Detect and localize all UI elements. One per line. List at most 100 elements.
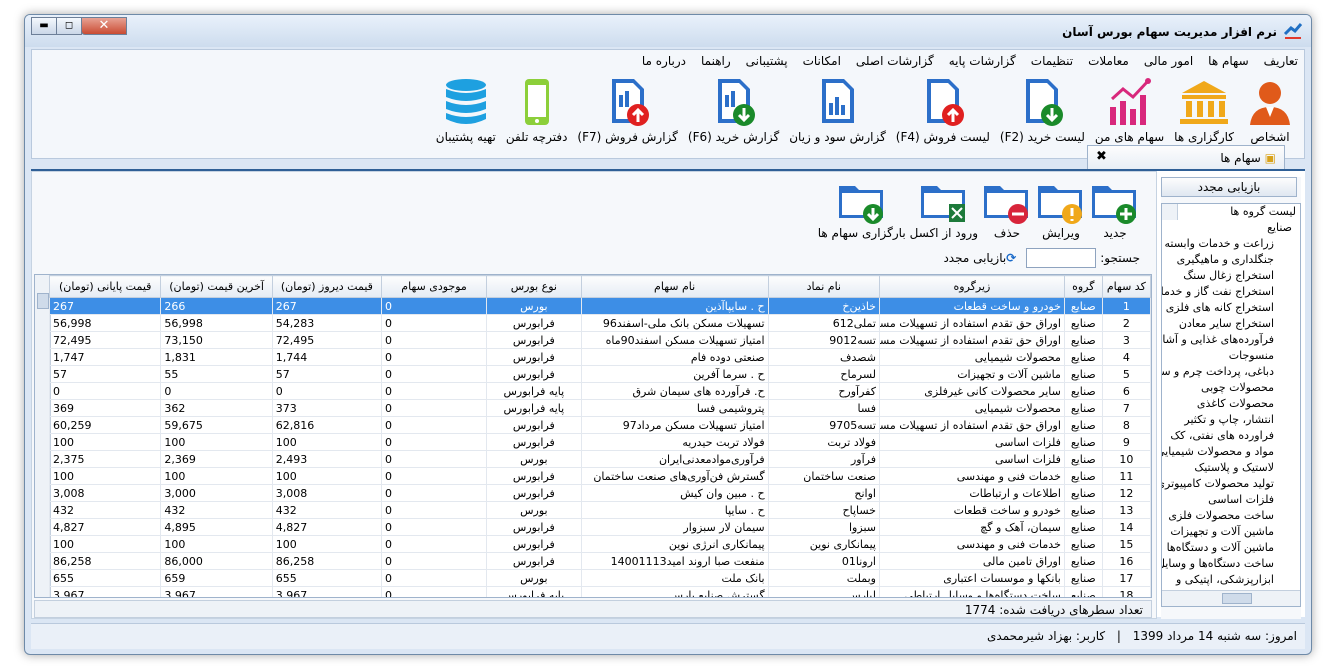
tree-item[interactable]: استخراج سایر معادن: [1162, 316, 1300, 332]
toolbar-sell-list-button[interactable]: لیست فروش (F4): [896, 77, 990, 144]
toolbar-buy-report-button[interactable]: گزارش خرید (F6): [688, 77, 779, 144]
tree-item[interactable]: استخراج کانه های فلزی: [1162, 300, 1300, 316]
tree-item[interactable]: فرآورده‌های غذایی و آشامیدنی: [1162, 332, 1300, 348]
toolbar-my-stocks-button[interactable]: سهام های من: [1095, 77, 1164, 144]
toolbar-sell-report-button[interactable]: گزارش فروش (F7): [577, 77, 678, 144]
row-count-value: 1774: [964, 603, 996, 617]
cell-holdings: 0: [381, 569, 488, 587]
tree-root[interactable]: لیست گروه ها: [1162, 204, 1300, 220]
table-row[interactable]: 11 صنایع خدمات فنی و مهندسی صنعت ساختمان گست…: [48, 467, 1151, 485]
toolbar-buy-list-button[interactable]: لیست خرید (F2): [1000, 77, 1085, 144]
table-row[interactable]: 13 صنایع خودرو و ساخت قطعات خساپاح ح . سایپا…: [48, 501, 1151, 519]
table-row[interactable]: 4 صنایع محصولات شیمیایی شصدف صنعتی دوده فام ف…: [48, 348, 1151, 366]
close-button[interactable]: ✕: [81, 17, 127, 35]
menu-item-tools[interactable]: امکانات: [803, 54, 841, 68]
table-row[interactable]: 15 صنایع خدمات فنی و مهندسی پیمانکاری نوین پ…: [48, 535, 1151, 553]
table-row[interactable]: 18 صنایع ساخت دستگاه‌ها و وسایل ارتباطی لپا…: [48, 586, 1151, 597]
toolbar-profit-loss-report-button[interactable]: گزارش سود و زیان: [789, 77, 886, 144]
refresh-link[interactable]: بازیابی مجدد: [943, 251, 1006, 265]
maximize-button[interactable]: ◻: [56, 17, 82, 35]
col-header-subgroup[interactable]: زیرگروه: [878, 275, 1065, 298]
tree-item[interactable]: مواد و محصولات شیمیایی: [1162, 444, 1300, 460]
main-toolbar: اشخاص کارگزاری ها سهام های من لیست خرید …: [426, 74, 1296, 144]
tree-item[interactable]: استخراج زغال سنگ: [1162, 268, 1300, 284]
tree-item[interactable]: لاستیک و پلاستیک: [1162, 460, 1300, 476]
edit-button[interactable]: ویرایش: [1036, 178, 1086, 240]
tree-group[interactable]: صنایع: [1162, 220, 1300, 236]
tree-item[interactable]: ابزارپزشکی، اپتیکی و: [1162, 572, 1300, 588]
tree-item[interactable]: فلزات اساسی: [1162, 492, 1300, 508]
table-row[interactable]: 12 صنایع اطلاعات و ارتباطات اوانح ح . مبین و…: [48, 484, 1151, 502]
cell-symbol: لپارس: [767, 586, 880, 597]
menu-item-stocks[interactable]: سهام ها: [1208, 54, 1248, 68]
menu-item-definitions[interactable]: تعاریف: [1264, 54, 1298, 68]
tree-horizontal-scrollbar[interactable]: [1162, 590, 1300, 606]
toolbar-backup-button[interactable]: تهیه پشتیبان: [436, 77, 496, 144]
grid-scroll-thumb[interactable]: [37, 293, 49, 309]
table-row[interactable]: 5 صنایع ماشین آلات و تجهیزات لسرماح ح . سرما…: [48, 365, 1151, 383]
table-row[interactable]: 2 صنایع اوراق حق تقدم استفاده از تسهیلات م…: [48, 314, 1151, 332]
refresh-icon[interactable]: ⟳: [1006, 251, 1016, 265]
col-header-name[interactable]: نام سهام: [580, 275, 769, 298]
cell-subgroup: خدمات فنی و مهندسی: [878, 535, 1065, 553]
cell-holdings: 0: [381, 416, 488, 434]
toolbar-brokers-button[interactable]: کارگزاری ها: [1174, 77, 1234, 144]
menu-item-about[interactable]: درباره ما: [642, 54, 686, 68]
menu-item-main-reports[interactable]: گزارشات اصلی: [856, 54, 934, 68]
table-row[interactable]: 9 صنایع فلزات اساسی فولاد تربت فولاد تربت حی…: [48, 433, 1151, 451]
excel-import-button[interactable]: ورود از اکسل: [910, 178, 978, 240]
folder-add-icon: [1092, 186, 1136, 224]
tree-item[interactable]: ماشین آلات و دستگاه‌ها: [1162, 540, 1300, 556]
minimize-button[interactable]: ▬: [31, 17, 57, 35]
tree-scroll-thumb[interactable]: [1222, 593, 1252, 604]
menu-item-trades[interactable]: معاملات: [1088, 54, 1129, 68]
tree-item[interactable]: محصولات کاغذی: [1162, 396, 1300, 412]
col-header-last-price[interactable]: آخرین قیمت (تومان): [160, 275, 273, 298]
table-row[interactable]: 7 صنایع محصولات شیمیایی فسا پتروشیمی فسا پایه…: [48, 399, 1151, 417]
delete-button[interactable]: حذف: [982, 178, 1032, 240]
table-row[interactable]: 1 صنایع خودرو و ساخت قطعات خاذین‌خ ح . سایپا…: [48, 297, 1151, 315]
tab-stocks[interactable]: ▣ سهام ها ✖: [1087, 145, 1285, 169]
cell-group: صنایع: [1063, 348, 1103, 366]
tree-item[interactable]: محصولات چوبی: [1162, 380, 1300, 396]
col-header-final-price[interactable]: قیمت پایانی (تومان): [48, 275, 162, 298]
tree-vertical-scrollbar[interactable]: [1162, 204, 1178, 220]
col-header-code[interactable]: کد سهام: [1101, 275, 1151, 298]
col-header-holdings[interactable]: موجودی سهام: [381, 275, 488, 298]
table-row[interactable]: 3 صنایع اوراق حق تقدم استفاده از تسهیلات م…: [48, 331, 1151, 349]
tree-item[interactable]: دباغی، پرداخت چرم و ساخت: [1162, 364, 1300, 380]
menu-item-settings[interactable]: تنظیمات: [1031, 54, 1073, 68]
tree-item[interactable]: استخراج نفت گاز و خدمات: [1162, 284, 1300, 300]
tree-item[interactable]: انتشار، چاپ و تکثیر: [1162, 412, 1300, 428]
table-row[interactable]: 16 صنایع اوراق تامین مالی ارونا01 منفعت صبا …: [48, 552, 1151, 570]
tree-item[interactable]: زراعت و خدمات وابسته: [1162, 236, 1300, 252]
tree-item[interactable]: منسوجات: [1162, 348, 1300, 364]
tree-item[interactable]: ماشین آلات و تجهیزات: [1162, 524, 1300, 540]
toolbar-phonebook-button[interactable]: دفترچه تلفن: [506, 77, 567, 144]
menu-item-finance[interactable]: امور مالی: [1144, 54, 1193, 68]
table-body: 1 صنایع خودرو و ساخت قطعات خاذین‌خ ح . سایپا…: [48, 297, 1151, 597]
col-header-yesterday-price[interactable]: قیمت دیروز (تومان): [271, 275, 383, 298]
new-button[interactable]: جدید: [1090, 178, 1140, 240]
table-row[interactable]: 10 صنایع فلزات اساسی فرآور فرآوری‌موادمعدنی‌…: [48, 450, 1151, 468]
tab-close-icon[interactable]: ✖: [1096, 149, 1107, 164]
toolbar-persons-button[interactable]: اشخاص: [1244, 77, 1296, 144]
table-row[interactable]: 8 صنایع اوراق حق تقدم استفاده از تسهیلات م…: [48, 416, 1151, 434]
menu-item-help[interactable]: راهنما: [701, 54, 731, 68]
table-row[interactable]: 14 صنایع سیمان، آهک و گچ سبزوا سیمان لار سبز…: [48, 518, 1151, 536]
tree-item[interactable]: تولید محصولات کامپیوتری: [1162, 476, 1300, 492]
table-row[interactable]: 17 صنایع بانکها و موسسات اعتباری وبملت بانک …: [48, 569, 1151, 587]
menu-item-basic-reports[interactable]: گزارشات پایه: [949, 54, 1016, 68]
tree-refresh-button[interactable]: بازیابی مجدد: [1161, 177, 1297, 197]
table-row[interactable]: 6 صنایع سایر محصولات کانی غیرفلزی کفرآورح ح.…: [48, 382, 1151, 400]
tree-item[interactable]: جنگلداری و ماهیگیری: [1162, 252, 1300, 268]
load-stocks-button[interactable]: بارگزاری سهام ها: [818, 178, 906, 240]
tree-item[interactable]: ساخت دستگاه‌ها و وسایل: [1162, 556, 1300, 572]
col-header-exchange[interactable]: نوع بورس: [486, 275, 582, 298]
search-input[interactable]: [1026, 248, 1097, 268]
menu-item-support[interactable]: پشتیبانی: [746, 54, 788, 68]
tree-item[interactable]: فراورده های نفتی، کک: [1162, 428, 1300, 444]
tree-item[interactable]: ساخت محصولات فلزی: [1162, 508, 1300, 524]
col-header-group[interactable]: گروه: [1063, 275, 1103, 298]
col-header-symbol[interactable]: نام نماد: [767, 275, 880, 298]
